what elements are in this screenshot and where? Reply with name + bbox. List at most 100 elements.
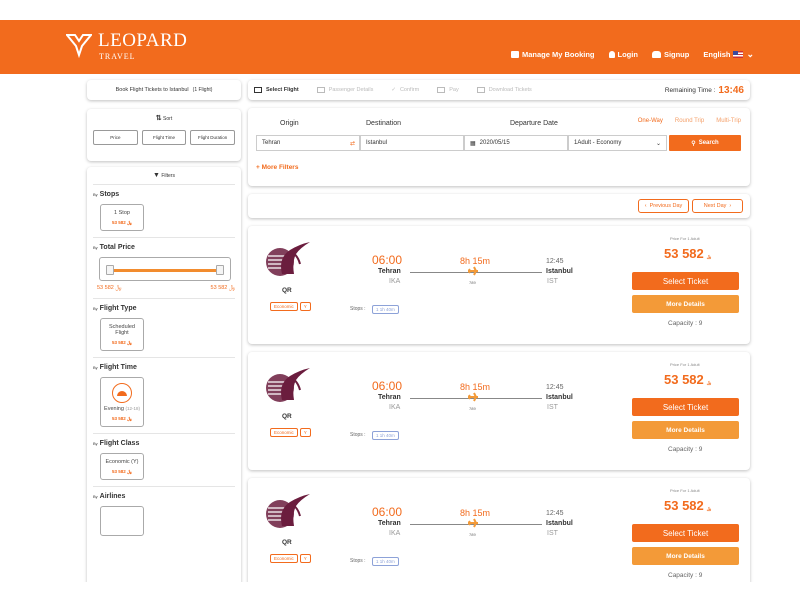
evening-icon — [112, 383, 132, 403]
price-slider-min-handle[interactable] — [106, 265, 114, 275]
filter-flight-time: By Flight Time Evening (12-18) 53 582 ﷼ — [93, 358, 235, 434]
arrival-city: Istanbul — [546, 268, 573, 275]
price-max: ﷼ 582 53 — [210, 285, 235, 291]
book-title-card: Book Flight Tickets to Istanbul (1 Fligh… — [87, 80, 241, 100]
sidebar: Book Flight Tickets to Istanbul (1 Fligh… — [87, 80, 241, 600]
airplane-icon — [468, 392, 478, 402]
stops-label: Stops : — [350, 432, 366, 438]
users-icon — [316, 87, 325, 93]
day-navigation: ‹ Previous Day Next Day › — [248, 194, 750, 218]
arrival-time: 12:45 — [546, 258, 564, 265]
price-value: 53 582 — [664, 372, 704, 387]
flight-time-option-label: Evening — [104, 406, 124, 412]
filters-label: Filters — [161, 173, 175, 179]
date-input[interactable]: ▦ 2020/05/15 — [464, 135, 568, 151]
more-details-button[interactable]: More Details — [632, 295, 739, 313]
price-slider-track — [110, 269, 220, 272]
sort-flight-duration-button[interactable]: Flight Duration — [190, 130, 236, 145]
more-details-button[interactable]: More Details — [632, 421, 739, 439]
previous-day-button[interactable]: ‹ Previous Day — [638, 199, 689, 213]
ticket-price: 53 582 ﷼ — [664, 246, 711, 261]
step-label: Download Tickets — [488, 87, 532, 93]
more-details-button[interactable]: More Details — [632, 547, 739, 565]
price-slider — [99, 257, 231, 281]
departure-time: 06:00 — [372, 253, 403, 267]
currency-symbol: ﷼ — [706, 254, 712, 259]
departure-city: Tehran — [378, 520, 401, 527]
by-label: By — [93, 306, 98, 311]
by-label: By — [93, 192, 98, 197]
price-slider-max-handle[interactable] — [216, 265, 224, 275]
origin-label: Origin — [280, 120, 299, 127]
manage-booking-link[interactable]: Manage My Booking — [511, 50, 595, 59]
more-filters-link[interactable]: + More Filters — [256, 164, 298, 171]
sort-panel: ⇅ Sort Price Flight Time Flight Duration — [87, 109, 241, 161]
chevron-down-icon: ⌄ — [746, 49, 754, 59]
filter-flight-class: By Flight Class Economic (Y) 53 582 ﷼ — [93, 434, 235, 487]
arrival-city: Istanbul — [546, 520, 573, 527]
filter-total-price: By Total Price ﷼ 582 53 ﷼ 582 53 — [93, 238, 235, 299]
main-content: Select Flight Passenger Details ✓ Confirm… — [248, 80, 750, 596]
arrival-city: Istanbul — [546, 394, 573, 401]
date-value: 2020/05/15 — [479, 140, 510, 146]
filters-panel: ▼ Filters By Stops 1 Stop 53 582 ﷼ By Tota… — [87, 167, 241, 600]
search-icon: ⚲ — [691, 140, 696, 147]
capacity: Capacity : 9 — [668, 446, 703, 453]
ticket-price: 53 582 ﷼ — [664, 498, 711, 513]
select-ticket-button[interactable]: Select Ticket — [632, 272, 739, 290]
print-icon — [476, 87, 485, 93]
step-label: Passenger Details — [328, 87, 374, 93]
logo-title: LEOPARD — [98, 30, 188, 51]
sort-flight-time-button[interactable]: Flight Time — [141, 130, 187, 145]
origin-value: Tehran — [262, 140, 281, 146]
arrival-time: 12:45 — [546, 384, 564, 391]
filter-icon: ▼ — [153, 172, 160, 179]
sort-price-button[interactable]: Price — [93, 130, 138, 145]
step-download-tickets: Download Tickets — [476, 87, 532, 93]
departure-code: IKA — [389, 278, 401, 285]
by-label: By — [93, 494, 98, 499]
tab-multi-trip[interactable]: Multi-Trip — [716, 118, 741, 124]
login-link[interactable]: Login — [608, 50, 638, 59]
filter-time-title: Flight Time — [99, 364, 137, 371]
tab-one-way[interactable]: One-Way — [638, 118, 663, 124]
by-label: By — [93, 365, 98, 370]
calendar-icon: ▦ — [470, 140, 476, 147]
flight-time-option[interactable]: Evening (12-18) 53 582 ﷼ — [100, 377, 144, 427]
stops-option[interactable]: 1 Stop 53 582 ﷼ — [100, 204, 144, 231]
flight-type-option[interactable]: Scheduled Flight 53 582 ﷼ — [100, 318, 144, 351]
next-day-button[interactable]: Next Day › — [692, 199, 743, 213]
airline-code: QR — [282, 413, 292, 420]
signup-link[interactable]: Signup — [651, 50, 689, 59]
departure-time: 06:00 — [372, 379, 403, 393]
language-select[interactable]: English ⌄ — [703, 49, 754, 60]
flight-card: QR Economic Y 06:00 Tehran IKA 8h 15m 78… — [248, 478, 750, 596]
cabin-badge: Economic — [270, 302, 298, 311]
stops-badge: 1 1h 40m — [372, 431, 399, 440]
select-ticket-button[interactable]: Select Ticket — [632, 524, 739, 542]
origin-input[interactable]: Tehran ⇄ — [256, 135, 360, 151]
select-ticket-button[interactable]: Select Ticket — [632, 398, 739, 416]
logo[interactable]: LEOPARD TRAVEL — [66, 30, 188, 61]
logo-subtitle: TRAVEL — [99, 52, 136, 61]
search-button[interactable]: ⚲ Search — [669, 135, 741, 151]
flight-time-option-price: 53 582 ﷼ — [112, 416, 132, 421]
qatar-airways-logo-icon — [266, 494, 310, 528]
step-select-flight: Select Flight — [254, 87, 299, 93]
destination-input[interactable]: Istanbul — [360, 135, 464, 151]
price-value: 53 582 — [664, 246, 704, 261]
price-for-label: Price For 1 Adult — [670, 488, 700, 493]
arrival-code: IST — [547, 530, 558, 537]
tab-round-trip[interactable]: Round Trip — [675, 118, 704, 124]
search-button-label: Search — [698, 140, 719, 146]
currency-symbol: ﷼ — [706, 506, 712, 511]
swap-icon[interactable]: ⇄ — [350, 140, 355, 147]
step-confirm: ✓ Confirm — [391, 87, 419, 93]
step-label: Pay — [449, 87, 459, 93]
passengers-select[interactable]: 1Adult - Economy ⌄ — [568, 135, 667, 151]
list-icon — [254, 87, 262, 93]
flight-card: QR Economic Y 06:00 Tehran IKA 8h 15m 78… — [248, 226, 750, 344]
manage-booking-label: Manage My Booking — [522, 50, 595, 59]
flight-class-option[interactable]: Economic (Y) 53 582 ﷼ — [100, 453, 144, 480]
airline-option[interactable] — [100, 506, 144, 536]
